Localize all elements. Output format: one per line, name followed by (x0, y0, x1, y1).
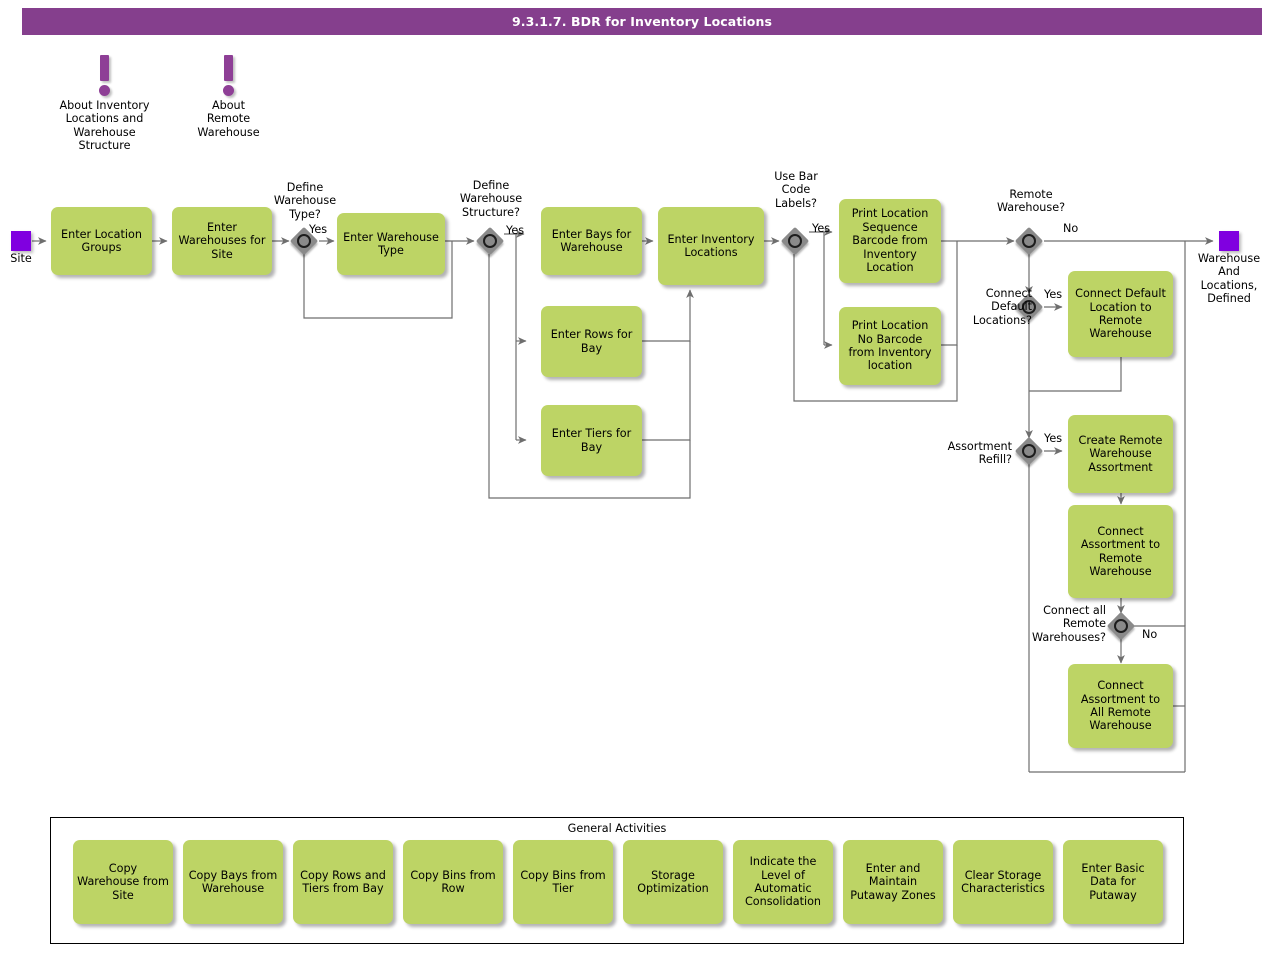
gateway-remote-warehouse-label: Remote Warehouse? (996, 188, 1066, 215)
general-activity-copy-warehouse-from-site[interactable]: Copy Warehouse from Site (73, 840, 173, 924)
general-activity-clear-storage-characteristics[interactable]: Clear Storage Characteristics (953, 840, 1053, 924)
task-label: Create Remote Warehouse Assortment (1078, 433, 1163, 474)
exclamation-dot-icon (99, 85, 110, 96)
flow-label-yes-connect-default: Yes (1044, 288, 1063, 301)
general-activity-label: Copy Bays from Warehouse (188, 868, 278, 895)
general-activity-copy-rows-and-tiers-from-bay[interactable]: Copy Rows and Tiers from Bay (293, 840, 393, 924)
gateway-define-warehouse-structure[interactable] (475, 226, 505, 256)
general-activities-title: General Activities (567, 822, 667, 835)
task-label: Print Location No Barcode from Inventory… (848, 319, 932, 373)
exclamation-dot-icon (223, 85, 234, 96)
gateway-assortment-refill[interactable] (1014, 436, 1044, 466)
start-event-site[interactable] (11, 231, 31, 251)
task-connect-assortment-to-remote-warehouse[interactable]: Connect Assortment to Remote Warehouse (1068, 505, 1173, 598)
gateway-inclusive-icon (483, 234, 497, 248)
flow-label-yes-bar-code: Yes (812, 222, 831, 235)
task-label: Enter Rows for Bay (550, 328, 633, 355)
general-activity-label: Copy Rows and Tiers from Bay (300, 868, 386, 895)
gateway-inclusive-icon (1114, 619, 1128, 633)
task-label: Enter Tiers for Bay (551, 427, 632, 454)
flow-label-no-connect-all-remote: No (1142, 628, 1158, 641)
gateway-define-warehouse-structure-label: Define Warehouse Structure? (459, 179, 523, 219)
end-event-warehouse-defined[interactable] (1219, 231, 1239, 251)
flow-label-yes-warehouse-type: Yes (309, 223, 328, 236)
task-enter-rows-for-bay[interactable]: Enter Rows for Bay (541, 306, 642, 377)
exclamation-icon (100, 55, 109, 81)
general-activity-copy-bins-from-tier[interactable]: Copy Bins from Tier (513, 840, 613, 924)
task-enter-warehouses-for-site[interactable]: Enter Warehouses for Site (172, 207, 272, 275)
flow-label-yes-warehouse-structure: Yes (506, 224, 525, 237)
general-activity-label: Copy Bins from Row (410, 868, 496, 895)
gateway-connect-all-remote-warehouses[interactable] (1106, 611, 1136, 641)
flow-label-no-remote-warehouse: No (1063, 222, 1079, 235)
task-connect-default-location-to-remote-warehouse[interactable]: Connect Default Location to Remote Wareh… (1068, 271, 1173, 357)
general-activity-label: Enter Basic Data for Putaway (1081, 861, 1145, 902)
task-enter-tiers-for-bay[interactable]: Enter Tiers for Bay (541, 405, 642, 476)
task-create-remote-warehouse-assortment[interactable]: Create Remote Warehouse Assortment (1068, 415, 1173, 493)
task-print-location-sequence-barcode[interactable]: Print Location Sequence Barcode from Inv… (839, 199, 941, 283)
gateway-define-warehouse-type-label: Define Warehouse Type? (273, 181, 337, 221)
task-enter-location-groups[interactable]: Enter Location Groups (51, 207, 152, 275)
general-activity-label: Copy Bins from Tier (520, 868, 606, 895)
general-activity-enter-and-maintain-putaway-zones[interactable]: Enter and Maintain Putaway Zones (843, 840, 943, 924)
task-label: Connect Assortment to All Remote Warehou… (1080, 679, 1161, 733)
task-label: Enter Location Groups (61, 227, 142, 254)
general-activity-copy-bins-from-row[interactable]: Copy Bins from Row (403, 840, 503, 924)
general-activity-enter-basic-data-for-putaway[interactable]: Enter Basic Data for Putaway (1063, 840, 1163, 924)
gateway-inclusive-icon (1022, 444, 1036, 458)
process-diagram-canvas: About Inventory Locations and Warehouse … (0, 0, 1280, 953)
general-activity-label: Storage Optimization (637, 868, 709, 895)
task-connect-assortment-to-all-remote-warehouse[interactable]: Connect Assortment to All Remote Warehou… (1068, 664, 1173, 748)
task-label: Enter Inventory Locations (667, 232, 755, 259)
annotation-label: About Inventory Locations and Warehouse … (59, 99, 150, 153)
start-event-label: Site (10, 252, 32, 265)
task-print-location-no-barcode[interactable]: Print Location No Barcode from Inventory… (839, 307, 941, 385)
gateway-inclusive-icon (788, 234, 802, 248)
general-activities-panel: General Activities Copy Warehouse from S… (50, 817, 1184, 944)
end-event-label: Warehouse And Locations, Defined (1197, 252, 1261, 306)
task-label: Print Location Sequence Barcode from Inv… (851, 207, 929, 275)
general-activity-storage-optimization[interactable]: Storage Optimization (623, 840, 723, 924)
task-label: Enter Warehouse Type (343, 230, 439, 257)
gateway-connect-default-locations-label: Connect Default Locations? (972, 287, 1032, 327)
general-activity-indicate-level-of-automatic-consolidation[interactable]: Indicate the Level of Automatic Consolid… (733, 840, 833, 924)
exclamation-icon (224, 55, 233, 81)
gateway-connect-all-remote-warehouses-label: Connect all Remote Warehouses? (1032, 604, 1106, 644)
gateway-use-bar-code-labels[interactable] (780, 226, 810, 256)
task-enter-warehouse-type[interactable]: Enter Warehouse Type (337, 213, 445, 275)
task-label: Connect Default Location to Remote Wareh… (1075, 287, 1166, 341)
task-label: Enter Bays for Warehouse (551, 227, 632, 254)
task-enter-inventory-locations[interactable]: Enter Inventory Locations (658, 207, 764, 285)
flow-label-yes-assortment-refill: Yes (1044, 432, 1063, 445)
general-activity-label: Enter and Maintain Putaway Zones (850, 861, 936, 902)
general-activity-label: Clear Storage Characteristics (961, 868, 1045, 895)
task-enter-bays-for-warehouse[interactable]: Enter Bays for Warehouse (541, 207, 642, 275)
general-activity-label: Copy Warehouse from Site (77, 861, 169, 902)
gateway-remote-warehouse[interactable] (1014, 226, 1044, 256)
general-activity-copy-bays-from-warehouse[interactable]: Copy Bays from Warehouse (183, 840, 283, 924)
gateway-assortment-refill-label: Assortment Refill? (947, 440, 1012, 467)
gateway-inclusive-icon (1022, 234, 1036, 248)
task-label: Connect Assortment to Remote Warehouse (1080, 524, 1161, 578)
annotation-label: About Remote Warehouse (197, 99, 260, 139)
general-activity-label: Indicate the Level of Automatic Consolid… (744, 855, 822, 909)
task-label: Enter Warehouses for Site (178, 220, 266, 261)
gateway-use-bar-code-labels-label: Use Bar Code Labels? (774, 170, 818, 210)
